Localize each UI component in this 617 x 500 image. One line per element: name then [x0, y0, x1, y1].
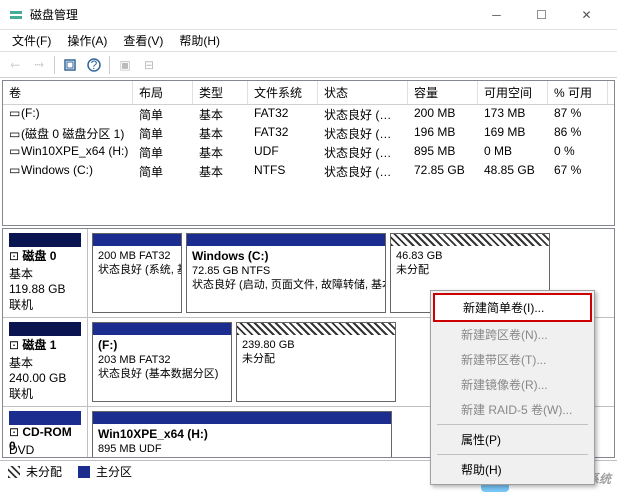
col-fs[interactable]: 文件系统	[248, 81, 318, 104]
partition[interactable]: 239.80 GB未分配	[236, 322, 396, 402]
disk-info[interactable]: ⊡ 磁盘 0基本119.88 GB联机	[3, 229, 88, 317]
ctx-new-striped-volume: 新建带区卷(T)...	[433, 347, 592, 372]
volume-row[interactable]: ▭Windows (C:)简单基本NTFS状态良好 (…72.85 GB48.8…	[3, 162, 614, 181]
ctx-separator	[437, 454, 588, 455]
toolbar: ⬸ ⤑ ? ▣ ⊟	[0, 52, 617, 78]
volume-rows: ▭(F:)简单基本FAT32状态良好 (…200 MB173 MB87 %▭(磁…	[3, 105, 614, 225]
help-button[interactable]: ?	[83, 54, 105, 76]
col-layout[interactable]: 布局	[133, 81, 193, 104]
partition[interactable]: Windows (C:)72.85 GB NTFS状态良好 (启动, 页面文件,…	[186, 233, 386, 313]
ctx-help[interactable]: 帮助(H)	[433, 457, 592, 482]
back-button[interactable]: ⬸	[4, 54, 26, 76]
column-headers: 卷 布局 类型 文件系统 状态 容量 可用空间 % 可用	[3, 81, 614, 105]
disk-info[interactable]: ⊡ CD-ROM 0DVD895 MB联机	[3, 407, 88, 458]
volume-row[interactable]: ▭(磁盘 0 磁盘分区 1)简单基本FAT32状态良好 (…196 MB169 …	[3, 124, 614, 143]
menu-help[interactable]: 帮助(H)	[171, 30, 228, 51]
refresh-button[interactable]	[59, 54, 81, 76]
col-capacity[interactable]: 容量	[408, 81, 478, 104]
partition[interactable]: (F:)203 MB FAT32状态良好 (基本数据分区)	[92, 322, 232, 402]
ctx-new-raid5-volume: 新建 RAID-5 卷(W)...	[433, 397, 592, 422]
ctx-new-mirrored-volume: 新建镜像卷(R)...	[433, 372, 592, 397]
ctx-separator	[437, 424, 588, 425]
legend-primary-icon	[78, 466, 90, 478]
ctx-new-spanned-volume: 新建跨区卷(N)...	[433, 322, 592, 347]
action2-button[interactable]: ⊟	[138, 54, 160, 76]
app-icon	[8, 7, 24, 23]
partition[interactable]: 200 MB FAT32状态良好 (系统, 基本	[92, 233, 182, 313]
legend-primary-label: 主分区	[96, 463, 132, 480]
legend-unalloc-icon	[8, 466, 20, 478]
legend-unalloc-label: 未分配	[26, 463, 62, 480]
context-menu: 新建简单卷(I)... 新建跨区卷(N)... 新建带区卷(T)... 新建镜像…	[430, 290, 595, 485]
menu-file[interactable]: 文件(F)	[4, 30, 59, 51]
menubar: 文件(F) 操作(A) 查看(V) 帮助(H)	[0, 30, 617, 52]
forward-button[interactable]: ⤑	[28, 54, 50, 76]
volume-list: 卷 布局 类型 文件系统 状态 容量 可用空间 % 可用 ▭(F:)简单基本FA…	[2, 80, 615, 226]
close-button[interactable]: ✕	[564, 1, 609, 29]
col-status[interactable]: 状态	[318, 81, 408, 104]
disk-info[interactable]: ⊡ 磁盘 1基本240.00 GB联机	[3, 318, 88, 406]
titlebar: 磁盘管理 ─ ☐ ✕	[0, 0, 617, 30]
col-free[interactable]: 可用空间	[478, 81, 548, 104]
window-title: 磁盘管理	[30, 6, 474, 23]
partition[interactable]: Win10XPE_x64 (H:)895 MB UDF	[92, 411, 392, 458]
col-type[interactable]: 类型	[193, 81, 248, 104]
menu-view[interactable]: 查看(V)	[115, 30, 171, 51]
menu-action[interactable]: 操作(A)	[59, 30, 115, 51]
svg-text:?: ?	[91, 58, 98, 72]
col-pct[interactable]: % 可用	[548, 81, 608, 104]
minimize-button[interactable]: ─	[474, 1, 519, 29]
maximize-button[interactable]: ☐	[519, 1, 564, 29]
volume-row[interactable]: ▭(F:)简单基本FAT32状态良好 (…200 MB173 MB87 %	[3, 105, 614, 124]
window-controls: ─ ☐ ✕	[474, 1, 609, 29]
action1-button[interactable]: ▣	[114, 54, 136, 76]
volume-row[interactable]: ▭Win10XPE_x64 (H:)简单基本UDF状态良好 (…895 MB0 …	[3, 143, 614, 162]
ctx-new-simple-volume[interactable]: 新建简单卷(I)...	[433, 293, 592, 322]
ctx-properties[interactable]: 属性(P)	[433, 427, 592, 452]
col-volume[interactable]: 卷	[3, 81, 133, 104]
